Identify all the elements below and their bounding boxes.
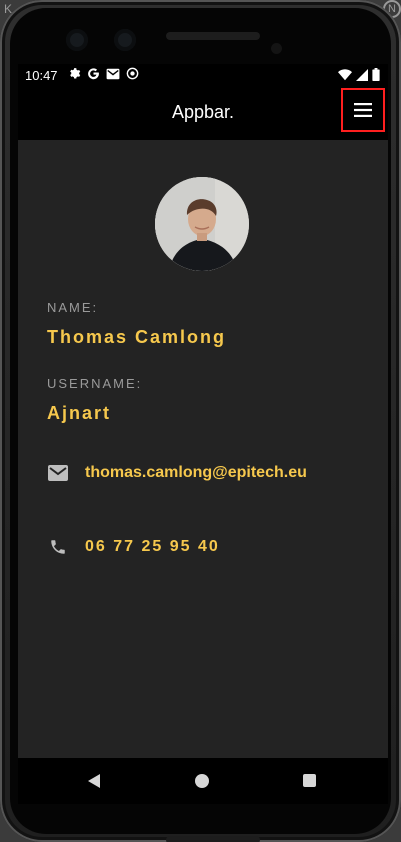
google-icon [87,67,100,80]
back-button[interactable] [88,774,100,788]
profile-content: NAME: Thomas Camlong USERNAME: Ajnart th… [18,140,388,758]
sync-icon [126,67,139,80]
signal-icon [356,68,368,81]
profile-avatar [155,177,249,271]
email-link[interactable]: thomas.camlong@epitech.eu [85,464,307,482]
phone-icon [47,536,69,558]
home-button[interactable] [195,774,209,788]
phone-screen: 10:47 Appbar. NAME: Thomas Camlong USERN… [18,64,388,804]
status-notification-icons [68,67,139,80]
front-camera-right [114,29,136,51]
name-label: NAME: [47,300,99,315]
bottom-speaker [166,836,260,842]
hamburger-menu-icon [354,103,372,117]
name-value: Thomas Camlong [47,327,227,347]
status-bar: 10:47 [18,64,388,86]
app-bar-title: Appbar. [171,102,235,122]
recent-apps-button[interactable] [303,774,316,787]
proximity-sensor [271,43,282,54]
system-navigation-bar [18,758,388,804]
status-system-icons [338,68,380,81]
app-bar: Appbar. [18,86,388,140]
front-camera-left [66,29,88,51]
battery-icon [372,68,380,81]
email-row[interactable]: thomas.camlong@epitech.eu [47,462,307,484]
menu-button[interactable] [341,88,385,132]
emulator-stage: K N 10:47 Appbar. NAME: Thomas Camlong U… [0,0,401,842]
mail-icon [47,462,69,484]
phone-row[interactable]: 06 77 25 95 40 [47,536,220,558]
phone-number[interactable]: 06 77 25 95 40 [85,538,220,556]
settings-icon [68,67,81,80]
status-time: 10:47 [25,68,58,83]
username-label: USERNAME: [47,376,143,391]
username-value: Ajnart [47,403,112,423]
phone-frame: 10:47 Appbar. NAME: Thomas Camlong USERN… [0,0,401,842]
gmail-icon [106,68,120,80]
top-speaker [166,32,260,40]
wifi-icon [338,68,352,81]
